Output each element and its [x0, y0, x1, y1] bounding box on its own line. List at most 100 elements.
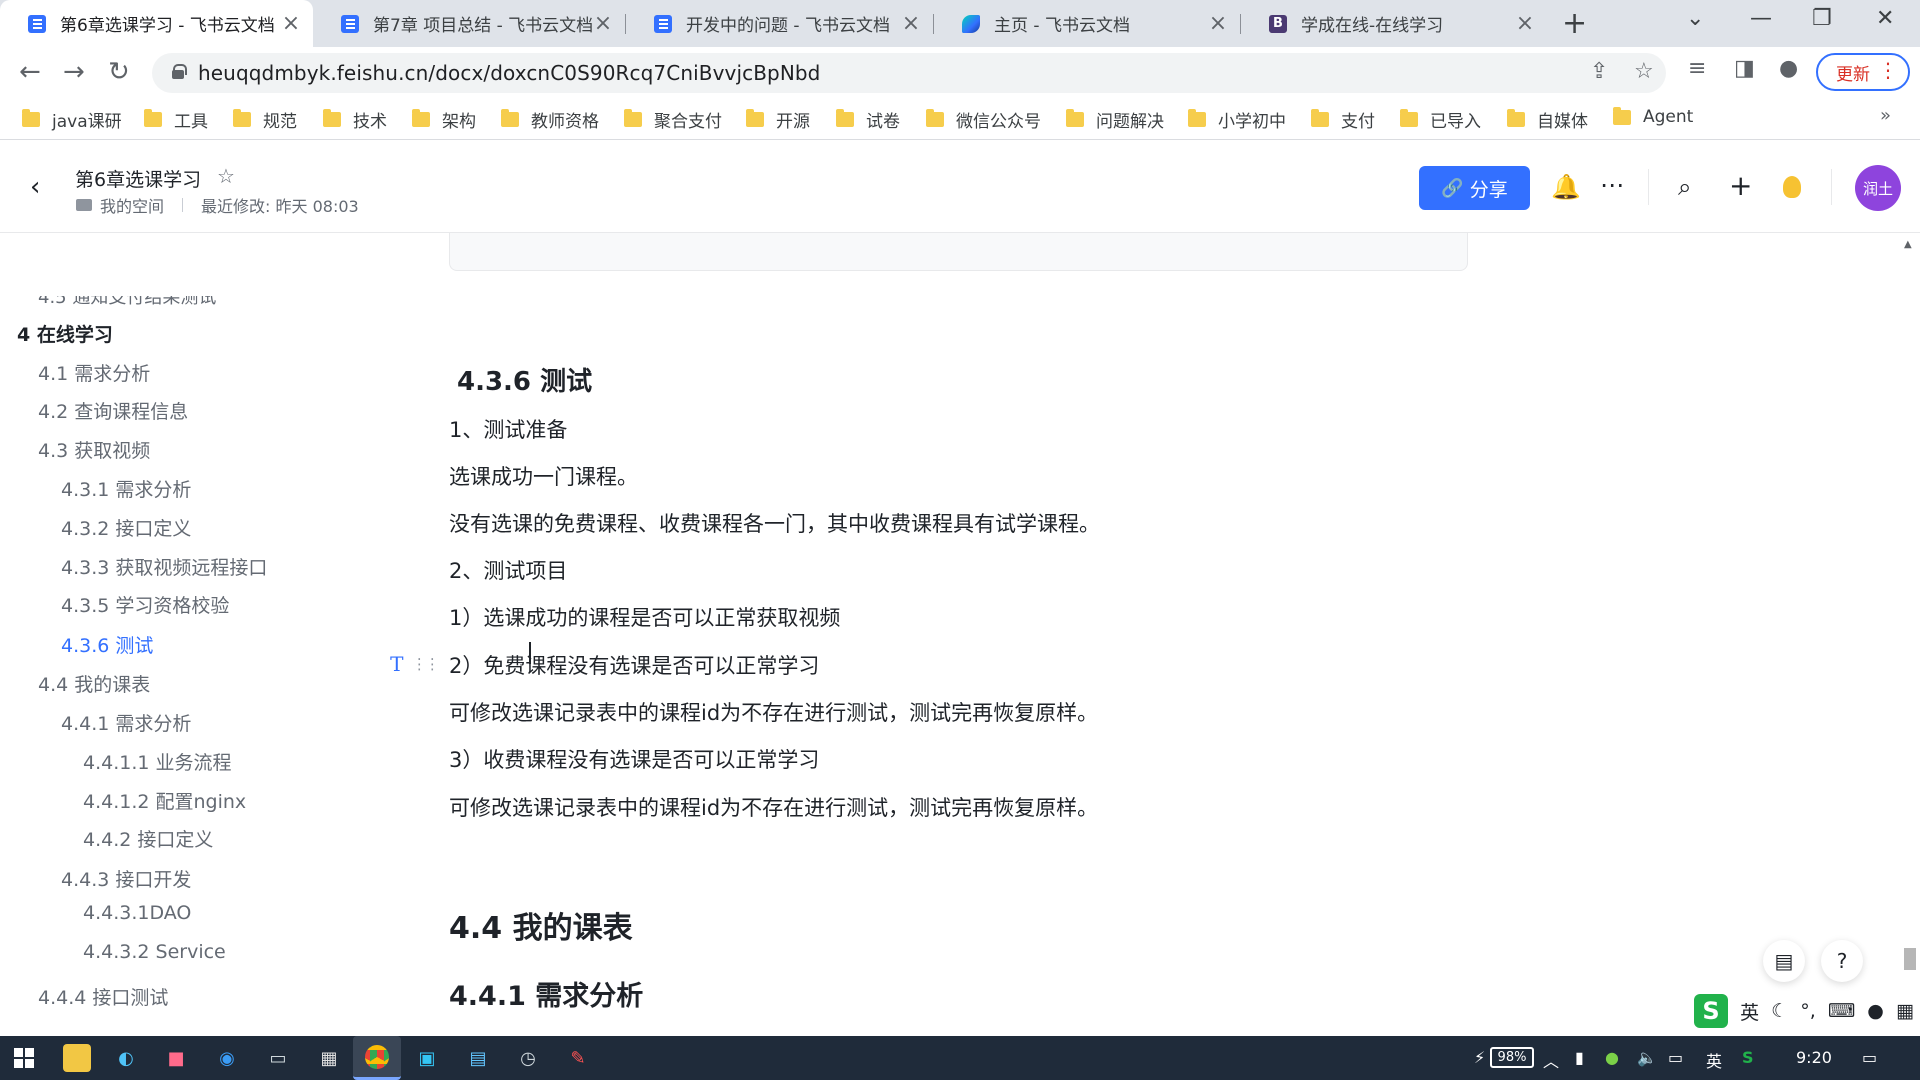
bookmarks-overflow-icon[interactable]: »: [1880, 105, 1891, 126]
outline-item[interactable]: 4.4 我的课表: [38, 670, 150, 697]
bookmark-folder[interactable]: 已导入: [1400, 107, 1481, 132]
outline-item[interactable]: 4.3 获取视频: [38, 436, 150, 463]
bookmark-folder[interactable]: 工具: [144, 107, 208, 132]
tool-icon[interactable]: ✎: [564, 1044, 592, 1072]
share-button[interactable]: 🔗 分享: [1419, 166, 1530, 210]
update-button[interactable]: 更新 ⋮: [1816, 53, 1910, 91]
bookmark-folder[interactable]: 架构: [412, 107, 476, 132]
notification-bell-icon[interactable]: 🔔: [1551, 173, 1581, 201]
reading-list-icon[interactable]: ≡: [1688, 56, 1706, 81]
share-page-icon[interactable]: ⇪: [1590, 59, 1608, 84]
outline-item[interactable]: 4.3.2 接口定义: [61, 514, 191, 541]
outline-item[interactable]: 4.3.5 学习资格校验: [61, 591, 229, 618]
outline-item[interactable]: 4.4.4 接口测试: [38, 983, 168, 1010]
clock-icon[interactable]: ◷: [514, 1044, 542, 1072]
sogou-ime-icon[interactable]: S: [1694, 994, 1729, 1028]
close-icon[interactable]: ×: [1515, 11, 1535, 36]
outline-item[interactable]: 4.4.1 需求分析: [61, 709, 191, 736]
favorite-star-icon[interactable]: ☆: [217, 164, 235, 188]
usb-icon[interactable]: ▮: [1575, 1048, 1584, 1067]
outline-item[interactable]: 4.4.2 接口定义: [83, 825, 213, 852]
outline-item[interactable]: 4.4.3.2 Service: [83, 941, 226, 963]
punctuation-icon[interactable]: °,: [1800, 1000, 1816, 1022]
calculator-icon[interactable]: ▦: [315, 1044, 343, 1072]
doc-catalog-icon[interactable]: ▤: [1763, 940, 1805, 982]
paragraph[interactable]: 可修改选课记录表中的课程id为不存在进行测试，测试完再恢复原样。: [449, 792, 1098, 822]
lightbulb-icon[interactable]: [1783, 176, 1801, 198]
url-text[interactable]: heuqqdmbyk.feishu.cn/docx/doxcnC0S90Rcq7…: [198, 61, 820, 85]
paragraph[interactable]: 可修改选课记录表中的课程id为不存在进行测试，测试完再恢复原样。: [449, 697, 1098, 727]
profile-icon[interactable]: ●: [1779, 56, 1798, 81]
moon-icon[interactable]: ☾: [1771, 1000, 1788, 1022]
new-tab-button[interactable]: +: [1562, 6, 1587, 41]
close-icon[interactable]: ×: [901, 11, 921, 36]
close-icon[interactable]: ×: [281, 11, 301, 36]
help-icon[interactable]: ?: [1821, 940, 1863, 982]
user-icon[interactable]: ●: [1867, 1000, 1884, 1022]
scroll-up-icon[interactable]: ▲: [1904, 239, 1912, 250]
bookmark-folder[interactable]: 支付: [1311, 107, 1375, 132]
outline-item[interactable]: 4.4.3.1DAO: [83, 902, 191, 924]
more-horizontal-icon[interactable]: ⋯: [1600, 171, 1624, 199]
heading-4-3-6[interactable]: 4.3.6 测试: [457, 361, 592, 398]
address-bar[interactable]: heuqqdmbyk.feishu.cn/docx/doxcnC0S90Rcq7…: [152, 53, 1666, 93]
outline-item[interactable]: 4.5 通知支付结果测试: [38, 296, 216, 309]
app-icon[interactable]: ▭: [264, 1044, 292, 1072]
bookmark-folder[interactable]: 规范: [233, 107, 297, 132]
chrome-icon[interactable]: [353, 1036, 401, 1080]
browser-app-icon[interactable]: ◉: [213, 1044, 241, 1072]
bookmark-folder[interactable]: 教师资格: [501, 107, 599, 132]
tab-search-icon[interactable]: ⌄: [1686, 6, 1704, 31]
bookmark-folder[interactable]: 开源: [746, 107, 810, 132]
clock-time[interactable]: 9:20: [1796, 1048, 1832, 1067]
doc-title[interactable]: 第6章选课学习: [75, 165, 201, 192]
search-icon[interactable]: ⌕: [1678, 173, 1691, 201]
sogou-tray-icon[interactable]: S: [1742, 1048, 1754, 1067]
paragraph[interactable]: 3）收费课程没有选课是否可以正常学习: [449, 744, 819, 774]
ime-lang[interactable]: 英: [1740, 998, 1759, 1025]
minimize-icon[interactable]: —: [1750, 6, 1772, 31]
drag-handle-icon[interactable]: ⋮⋮: [412, 655, 440, 673]
grid-icon[interactable]: ▦: [1896, 1000, 1914, 1022]
bookmark-folder[interactable]: Agent: [1613, 106, 1693, 127]
reload-icon[interactable]: ↻: [108, 57, 130, 87]
outline-item[interactable]: 4.4.1.1 业务流程: [83, 748, 232, 775]
keyboard-icon[interactable]: ⌨: [1828, 1000, 1855, 1022]
bookmark-folder[interactable]: 聚合支付: [624, 107, 722, 132]
browser-tab[interactable]: 第6章选课学习 - 飞书云文档 ×: [0, 0, 313, 47]
bookmark-folder[interactable]: 自媒体: [1507, 107, 1588, 132]
volume-icon[interactable]: 🔈: [1637, 1048, 1657, 1067]
close-icon[interactable]: ×: [593, 11, 613, 36]
bookmark-folder[interactable]: java课研: [22, 107, 122, 132]
windows-start-icon[interactable]: [14, 1048, 34, 1068]
bookmark-folder[interactable]: 技术: [323, 107, 387, 132]
outline-item[interactable]: 4.4.3 接口开发: [61, 865, 191, 892]
browser-tab[interactable]: 开发中的问题 - 飞书云文档 ×: [626, 0, 933, 47]
forward-icon[interactable]: →: [63, 57, 85, 87]
outline-item[interactable]: 4.3.1 需求分析: [61, 475, 191, 502]
bookmark-folder[interactable]: 小学初中: [1188, 107, 1286, 132]
paragraph[interactable]: 2）免费课程没有选课是否可以正常学习: [449, 650, 819, 680]
text-block-icon[interactable]: T: [390, 652, 403, 676]
outline-item[interactable]: 4.2 查询课程信息: [38, 397, 188, 424]
outline-item-active[interactable]: 4.3.6 测试: [61, 631, 153, 658]
tray-expand-icon[interactable]: ︿: [1543, 1048, 1559, 1072]
window-close-icon[interactable]: ✕: [1876, 6, 1894, 31]
paragraph[interactable]: 没有选课的免费课程、收费课程各一门，其中收费课程具有试学课程。: [449, 508, 1100, 538]
close-icon[interactable]: ×: [1208, 11, 1228, 36]
add-icon[interactable]: +: [1729, 169, 1752, 202]
browser-tab[interactable]: B 学成在线-在线学习 ×: [1241, 0, 1547, 47]
terminal-icon[interactable]: ▣: [413, 1044, 441, 1072]
lock-icon[interactable]: [172, 64, 187, 79]
outline-item[interactable]: 4.4.1.2 配置nginx: [83, 787, 246, 814]
browser-tab[interactable]: 第7章 项目总结 - 飞书云文档 ×: [313, 0, 625, 47]
ime-indicator[interactable]: 英: [1706, 1048, 1722, 1072]
bookmark-folder[interactable]: 微信公众号: [926, 107, 1041, 132]
bookmark-folder[interactable]: 问题解决: [1066, 107, 1164, 132]
file-explorer-icon[interactable]: [63, 1044, 91, 1072]
back-arrow-icon[interactable]: ‹: [30, 172, 40, 202]
browser-tab[interactable]: 主页 - 飞书云文档 ×: [934, 0, 1240, 47]
side-panel-icon[interactable]: ◨: [1734, 56, 1755, 81]
heading-4-4[interactable]: 4.4 我的课表: [449, 903, 633, 947]
back-icon[interactable]: ←: [19, 57, 41, 87]
